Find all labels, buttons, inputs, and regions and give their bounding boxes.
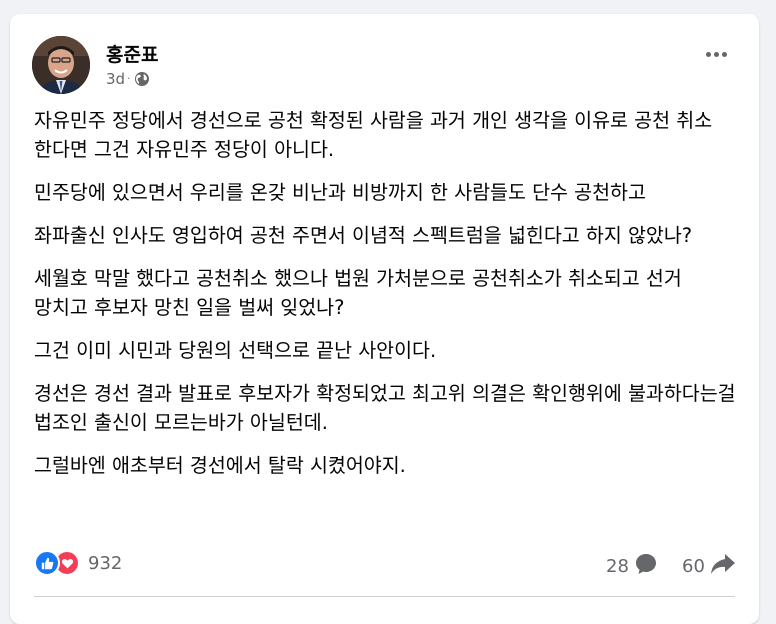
reactions-count: 932 — [88, 552, 123, 574]
separator-dot: · — [127, 73, 131, 85]
post-paragraph: 민주당에 있으면서 우리를 온갖 비난과 비방까지 한 사람들도 단수 공천하고 — [34, 181, 646, 204]
post-paragraph: 경선은 경선 결과 발표로 후보자가 확정되었고 최고위 의결은 확인행위에 불… — [34, 382, 736, 434]
comment-icon — [629, 552, 658, 581]
like-reaction-icon — [34, 550, 60, 576]
post-paragraph: 그건 이미 시민과 당원의 선택으로 끝난 사안이다. — [34, 339, 437, 362]
profile-photo — [32, 36, 90, 94]
shares-count: 60 — [682, 556, 705, 577]
post-paragraph: 좌파출신 인사도 영입하여 공천 주면서 이념적 스펙트럼을 넓힌다고 하지 않… — [34, 224, 693, 247]
divider — [34, 596, 735, 597]
comments-count-button[interactable]: 28 — [606, 552, 658, 581]
post-paragraph: 그럴바엔 애초부터 경선에서 탈락 시켰어야지. — [34, 454, 406, 477]
shares-count-button[interactable]: 60 — [682, 552, 736, 581]
share-icon — [705, 552, 736, 581]
post-card: 홍준표 3d · 자유민주 정당에서 경선으로 공천 확정된 사람을 과거 개인… — [10, 14, 759, 624]
comments-count: 28 — [606, 556, 629, 577]
globe-icon — [134, 71, 150, 87]
more-options-icon[interactable] — [706, 52, 727, 57]
post-paragraph: 자유민주 정당에서 경선으로 공천 확정된 사람을 과거 개인 생각을 이유로 … — [34, 109, 713, 161]
post-paragraph: 세월호 막말 했다고 공천취소 했으나 법원 가처분으로 공천취소가 취소되고 … — [34, 267, 682, 319]
avatar[interactable] — [32, 36, 90, 94]
post-body: 자유민주 정당에서 경선으로 공천 확정된 사람을 과거 개인 생각을 이유로 … — [34, 106, 740, 494]
post-time[interactable]: 3d — [106, 70, 125, 88]
post-meta: 3d · — [106, 70, 150, 88]
post-author[interactable]: 홍준표 — [106, 40, 158, 67]
reactions-summary[interactable]: 932 — [34, 550, 122, 576]
